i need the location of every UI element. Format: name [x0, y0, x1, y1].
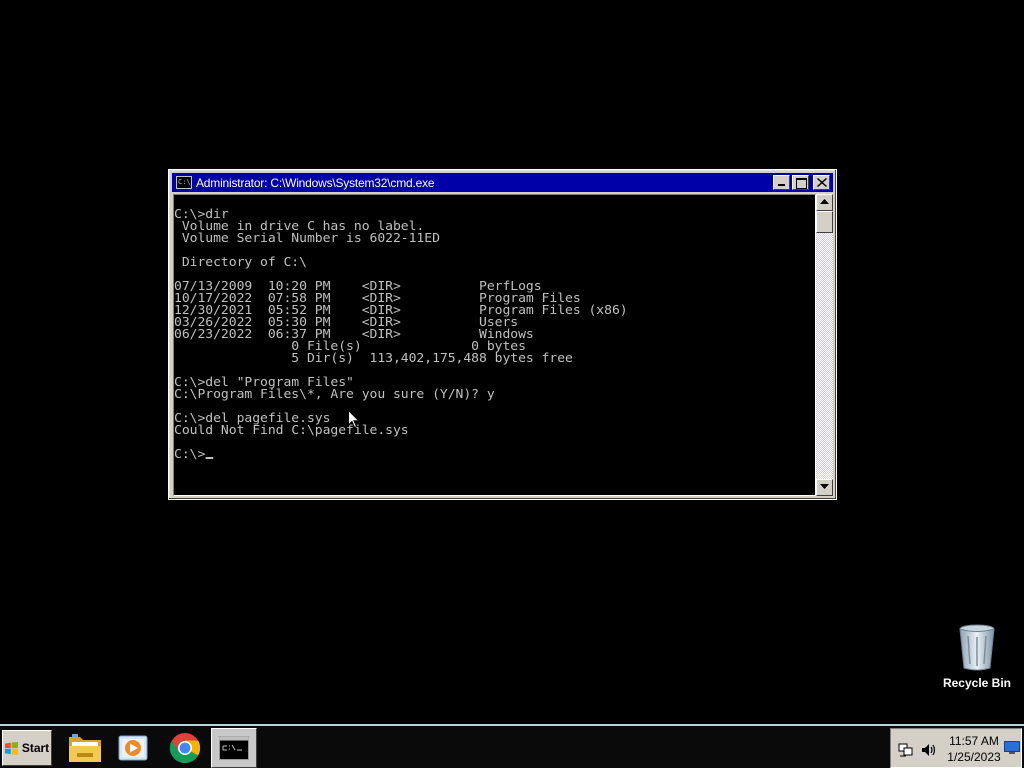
close-button[interactable]: [813, 175, 830, 190]
windows-logo-icon: [4, 741, 18, 755]
folder-icon: [69, 734, 101, 762]
clock-time[interactable]: 11:57 AM: [943, 734, 1005, 748]
console-text: C:\>dir Volume in drive C has no label. …: [174, 208, 628, 460]
volume-icon[interactable]: [921, 742, 937, 758]
scroll-up-button[interactable]: [816, 194, 833, 211]
minimize-button[interactable]: [773, 175, 790, 190]
vertical-scrollbar[interactable]: [816, 194, 833, 496]
taskbar: Start 11:57 AM 1/25/2023: [0, 724, 1024, 768]
cmd-app-icon[interactable]: C:\_: [176, 176, 192, 189]
console-line: 5 Dir(s) 113,402,175,488 bytes free: [174, 351, 573, 365]
console-output[interactable]: C:\>dir Volume in drive C has no label. …: [173, 194, 816, 496]
scroll-down-button[interactable]: [816, 479, 833, 496]
chrome-icon: [169, 733, 201, 764]
scroll-thumb[interactable]: [816, 211, 833, 233]
taskbar-chrome[interactable]: [162, 728, 208, 768]
mouse-pointer-icon: [348, 410, 360, 429]
recycle-bin-label: Recycle Bin: [942, 676, 1012, 690]
clock-date[interactable]: 1/25/2023: [943, 750, 1005, 764]
maximize-button[interactable]: [792, 175, 809, 190]
start-label: Start: [21, 741, 50, 755]
console-line: Directory of C:\: [174, 255, 307, 269]
recycle-bin-shortcut[interactable]: Recycle Bin: [938, 624, 1016, 690]
start-button[interactable]: Start: [2, 730, 52, 766]
network-icon[interactable]: [898, 742, 914, 758]
console-line: C:\Program Files\*, Are you sure (Y/N)? …: [174, 387, 495, 401]
recycle-bin-icon: [959, 624, 995, 671]
console-line: Could Not Find C:\pagefile.sys: [174, 423, 409, 437]
console-icon: [219, 736, 249, 760]
console-lines: C:\>dir Volume in drive C has no label. …: [174, 208, 628, 448]
title-bar[interactable]: C:\_ Administrator: C:\Windows\System32\…: [172, 173, 833, 192]
media-player-icon: [118, 735, 148, 761]
taskbar-media-player[interactable]: [110, 728, 156, 768]
window-title: Administrator: C:\Windows\System32\cmd.e…: [196, 175, 435, 190]
show-desktop-icon[interactable]: [1004, 741, 1020, 755]
console-line: Volume Serial Number is 6022-11ED: [174, 231, 440, 245]
cmd-window[interactable]: C:\_ Administrator: C:\Windows\System32\…: [168, 169, 837, 500]
taskbar-command-prompt[interactable]: [211, 728, 257, 768]
taskbar-file-explorer[interactable]: [62, 728, 108, 768]
text-cursor: [205, 457, 213, 459]
close-icon: [817, 178, 827, 187]
system-tray: 11:57 AM 1/25/2023: [890, 728, 1022, 768]
prompt-line: C:\>: [174, 448, 628, 460]
arrow-up-icon: [820, 199, 829, 204]
arrow-down-icon: [820, 484, 829, 489]
command-prompt: C:\>: [174, 447, 206, 461]
